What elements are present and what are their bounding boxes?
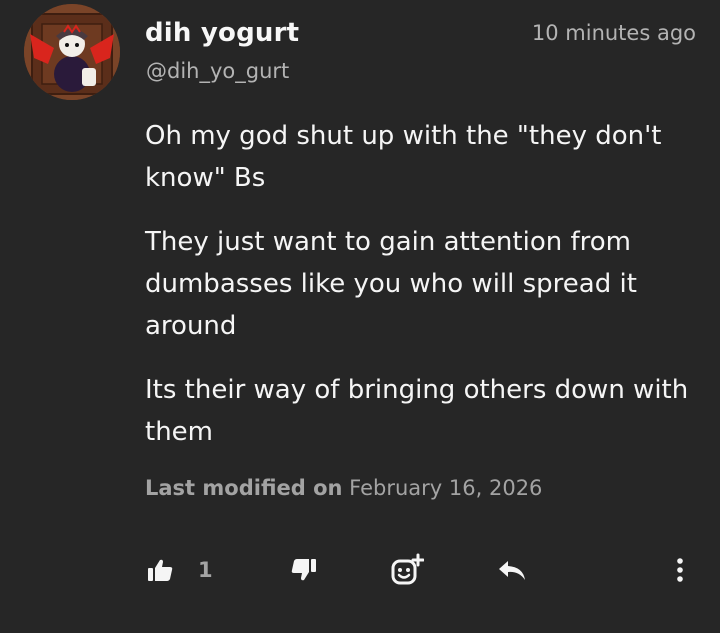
- add-reaction-icon: [391, 553, 424, 585]
- avatar-image: [24, 4, 120, 100]
- last-modified-label: Last modified on: [145, 476, 343, 500]
- thumbs-up-icon: [148, 559, 173, 581]
- comment-actions: 1: [0, 548, 720, 592]
- last-modified-date: February 16, 2026: [349, 476, 543, 500]
- downvote-button[interactable]: [290, 548, 318, 592]
- author-display-name[interactable]: dih yogurt: [145, 18, 299, 48]
- author-handle[interactable]: @dih_yo_gurt: [146, 59, 289, 83]
- reply-button[interactable]: [496, 548, 528, 592]
- author-avatar[interactable]: [24, 4, 120, 100]
- comment-body: Oh my god shut up with the "they don't k…: [145, 115, 705, 475]
- add-reaction-button[interactable]: [390, 548, 424, 592]
- upvote-count: 1: [198, 558, 213, 582]
- comment-timestamp: 10 minutes ago: [531, 21, 696, 45]
- comment-paragraph: Its their way of bringing others down wi…: [145, 375, 689, 447]
- comment-paragraph: Oh my god shut up with the "they don't k…: [145, 121, 662, 193]
- upvote-button[interactable]: 1: [146, 548, 213, 592]
- thumbs-down-icon: [291, 559, 316, 581]
- more-options-icon: [677, 558, 683, 582]
- last-modified: Last modified on February 16, 2026: [145, 476, 542, 500]
- more-options-button[interactable]: [672, 548, 688, 592]
- comment-paragraph: They just want to gain attention from du…: [145, 227, 637, 341]
- reply-icon: [499, 561, 525, 580]
